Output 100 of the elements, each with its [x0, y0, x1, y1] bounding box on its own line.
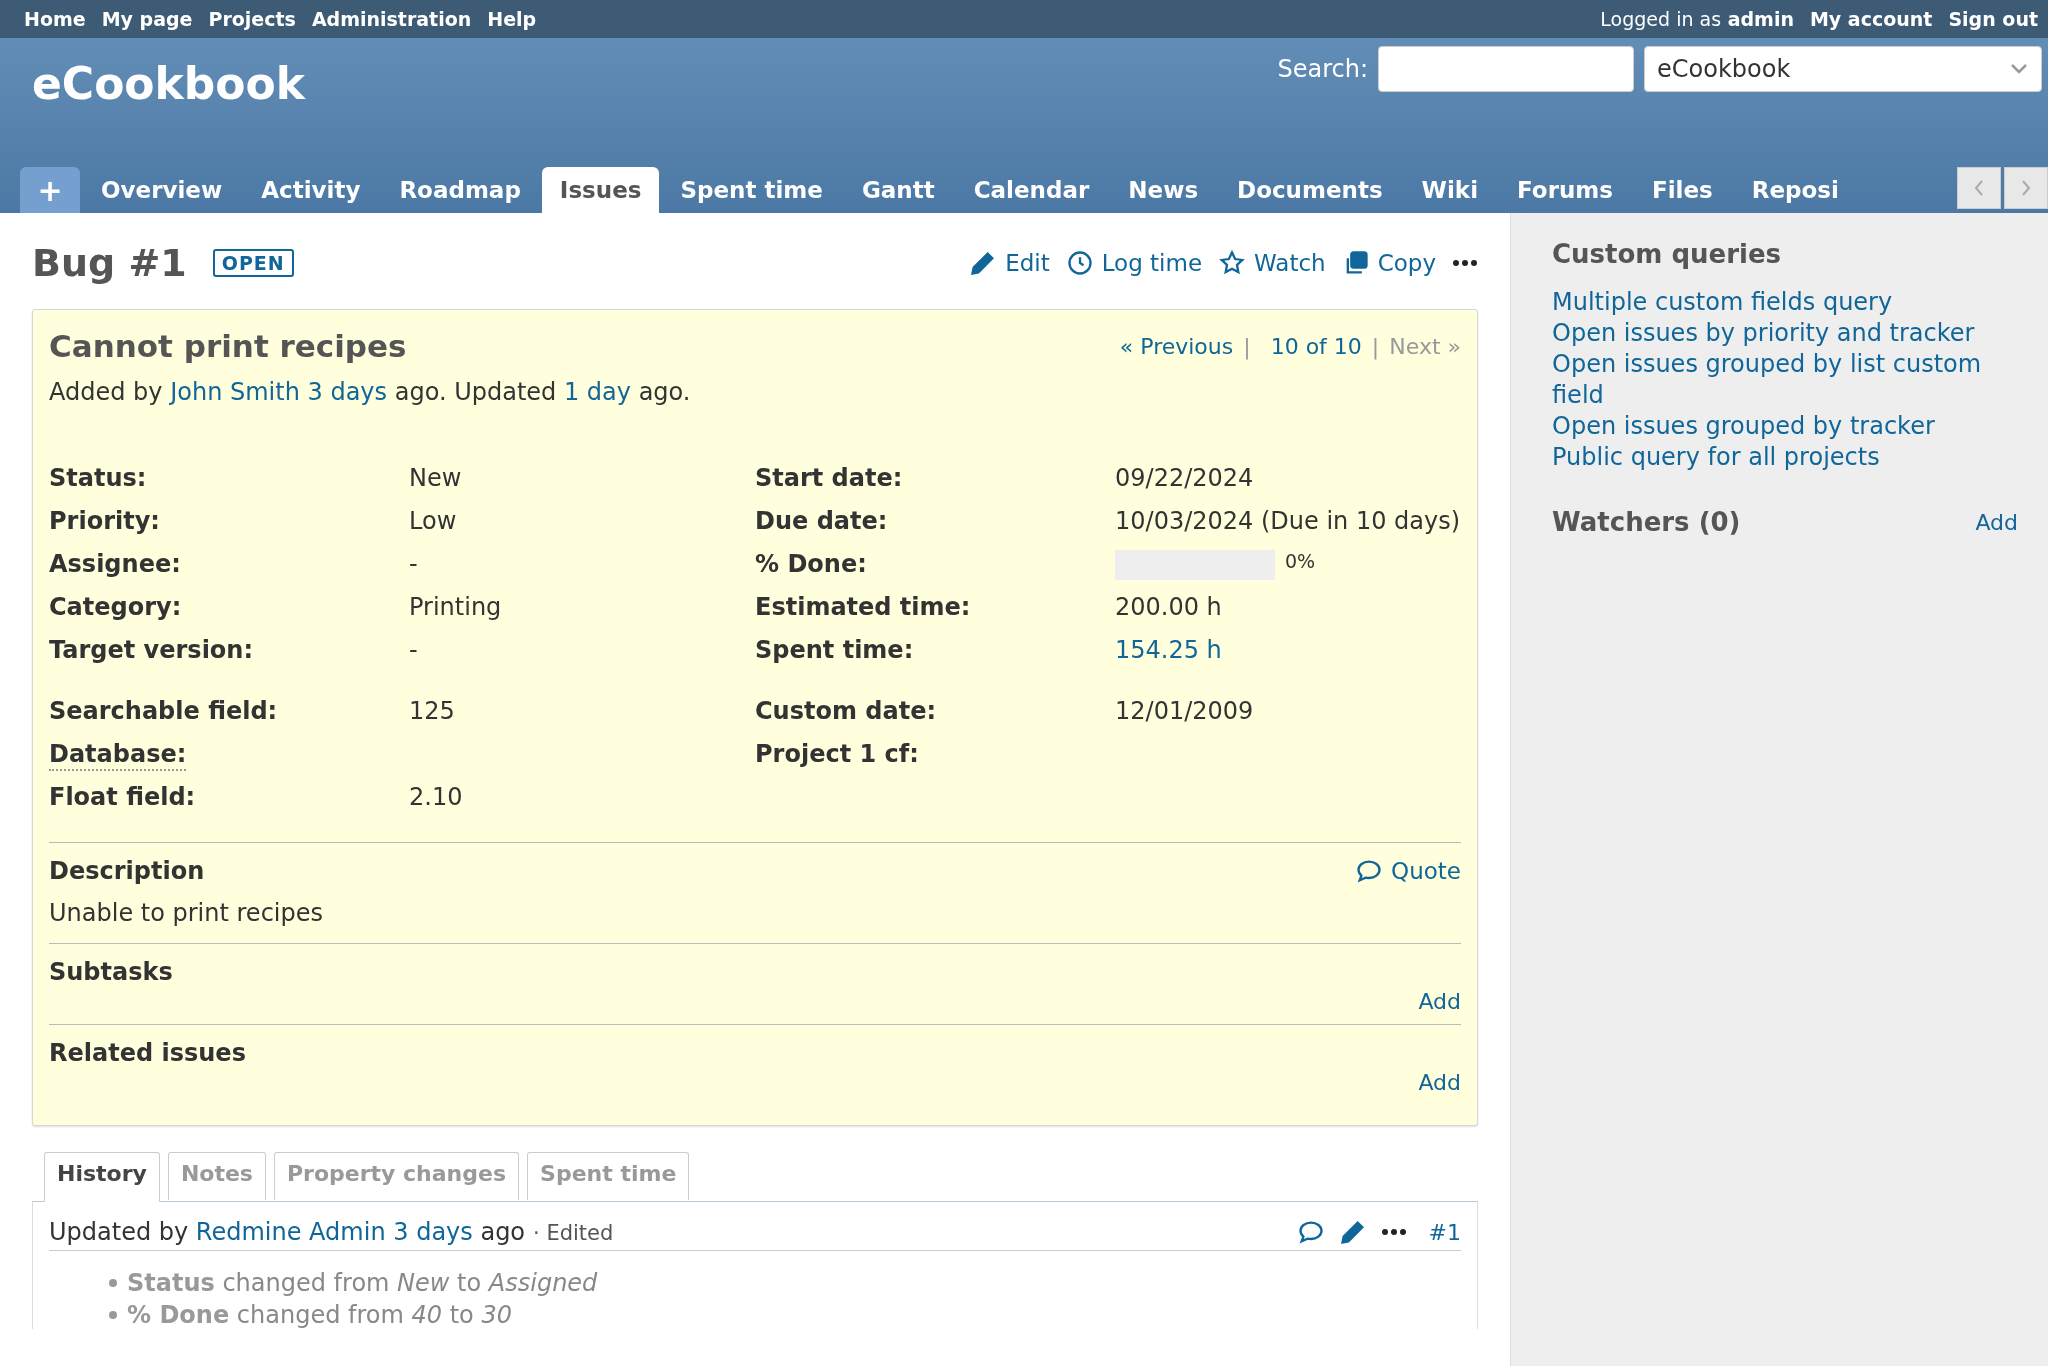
query-link[interactable]: Open issues by priority and tracker [1552, 318, 2018, 349]
field-label: Project 1 cf: [755, 740, 919, 769]
field-label: Category: [49, 593, 182, 622]
bullet-icon [109, 1279, 117, 1287]
clock-icon[interactable] [1065, 249, 1094, 277]
add-link[interactable]: Add [1418, 989, 1461, 1014]
field-label: Assignee: [49, 550, 181, 579]
search-label: Search: [1277, 55, 1368, 83]
journal-header: Updated by Redmine Admin 3 days ago [49, 1218, 526, 1246]
search-field[interactable] [1378, 46, 1634, 92]
separator: | [1371, 333, 1380, 359]
issue-subject: Cannot print recipes [49, 328, 407, 364]
project-title: eCookbook [32, 58, 306, 109]
project-tab[interactable]: Reposi [1733, 167, 1857, 213]
field-value: 2.10 [409, 783, 464, 812]
query-link[interactable]: Open issues grouped by list custom field [1552, 349, 2018, 411]
account-link[interactable]: Sign out [1948, 8, 2038, 30]
pencil-icon[interactable] [1338, 1218, 1367, 1246]
project-tab[interactable]: Spent time [662, 167, 841, 213]
field-label: Due date: [755, 507, 888, 536]
sidebar-heading: Custom queries [1552, 239, 1783, 269]
add-link[interactable]: Add [1418, 1070, 1461, 1095]
logged-in-text: Logged in as admin [1600, 8, 1794, 30]
top-menu-link[interactable]: Projects [208, 8, 296, 30]
chevron-right-icon [2020, 179, 2032, 197]
issue-heading: Bug #1 [32, 241, 187, 285]
top-menu-link[interactable]: Home [24, 8, 86, 30]
field-value: Low [409, 507, 458, 536]
section-heading: Related issues [49, 1039, 246, 1067]
bullet-icon [109, 1311, 117, 1319]
status-badge: OPEN [212, 249, 294, 277]
counter-link[interactable]: 10 of 10 [1270, 333, 1362, 359]
field-value: 10/03/2024 (Due in 10 days) [1115, 507, 1461, 536]
field-label: Start date: [755, 464, 903, 493]
project-tab[interactable]: Documents [1219, 167, 1401, 213]
link[interactable]: 1 day [563, 378, 631, 406]
top-menu-link[interactable]: My page [101, 8, 193, 30]
action-link[interactable]: Edit [1005, 250, 1050, 276]
project-tab[interactable]: Calendar [955, 167, 1108, 213]
quote-link[interactable]: Quote [1355, 857, 1461, 885]
separator: | [1243, 333, 1251, 359]
field-label: Target version: [49, 636, 254, 665]
top-menu-link[interactable]: Administration [311, 8, 472, 30]
section-heading: Subtasks [49, 958, 173, 986]
query-link[interactable]: Multiple custom fields query [1552, 287, 2018, 318]
project-tab[interactable]: Issues [541, 167, 660, 213]
project-tab[interactable]: Overview [83, 167, 241, 213]
project-select[interactable]: eCookbook [1644, 46, 2042, 92]
field-value: Printing [409, 593, 503, 622]
chevron-left-icon [1973, 179, 1985, 197]
edited-note: · Edited [533, 1221, 614, 1245]
field-label: Searchable field: [49, 697, 278, 726]
add-watcher-link[interactable]: Add [1975, 509, 2018, 535]
sidebar-heading: Watchers (0) [1552, 507, 1741, 537]
history-tab[interactable]: History [44, 1152, 160, 1202]
field-label: Status: [49, 464, 147, 493]
chevron-down-icon [2009, 63, 2029, 75]
more-icon[interactable] [1452, 259, 1478, 267]
more-icon[interactable] [1380, 1228, 1407, 1236]
query-link[interactable]: Open issues grouped by tracker [1552, 411, 2018, 442]
progress-reading: 0% [1285, 550, 1316, 572]
project-tab[interactable]: Files [1634, 167, 1731, 213]
field-label: Spent time: [755, 636, 914, 665]
star-icon[interactable] [1218, 249, 1247, 277]
link[interactable]: John Smith [170, 378, 300, 406]
field-link[interactable]: 154.25 h [1115, 636, 1461, 665]
field-value: - [409, 550, 419, 579]
link[interactable]: 3 days [307, 378, 388, 406]
journal-number-link[interactable]: #1 [1428, 1219, 1461, 1245]
project-tab[interactable]: Activity [243, 167, 379, 213]
project-tab[interactable]: Roadmap [381, 167, 539, 213]
account-link[interactable]: My account [1809, 8, 1933, 30]
link[interactable]: 3 days [393, 1218, 473, 1246]
change-detail: % Done changed from 40 to 30 [127, 1301, 512, 1329]
action-link[interactable]: Copy [1377, 250, 1436, 276]
field-label: Estimated time: [755, 593, 971, 622]
field-value: New [409, 464, 463, 493]
top-menu-link[interactable]: Help [487, 8, 537, 30]
field-value: - [409, 636, 419, 665]
project-tab[interactable]: News [1110, 167, 1217, 213]
field-value: 125 [409, 697, 456, 726]
description-text: Unable to print recipes [49, 899, 324, 927]
link[interactable]: Redmine Admin [195, 1218, 386, 1246]
field-value: 200.00 h [1115, 593, 1223, 622]
action-link[interactable]: Log time [1101, 250, 1203, 276]
field-label: Priority: [49, 507, 160, 536]
query-link[interactable]: Public query for all projects [1552, 442, 2018, 473]
field-label: % Done: [755, 550, 867, 579]
project-tab[interactable]: Wiki [1403, 167, 1497, 213]
field-value: 09/22/2024 [1115, 464, 1255, 493]
field-value: 12/01/2009 [1115, 697, 1255, 726]
project-tab[interactable]: Forums [1499, 167, 1631, 213]
project-tab[interactable]: Gantt [843, 167, 953, 213]
action-link[interactable]: Watch [1254, 250, 1326, 276]
author-line: Added by John Smith 3 days ago. Updated 1 day ago. [49, 378, 692, 406]
section-heading: Description [49, 857, 205, 885]
field-label: Float field: [49, 783, 196, 812]
field-label: Custom date: [755, 697, 937, 726]
field-label: Database: [49, 740, 187, 771]
previous-link[interactable]: « Previous [1119, 333, 1234, 359]
